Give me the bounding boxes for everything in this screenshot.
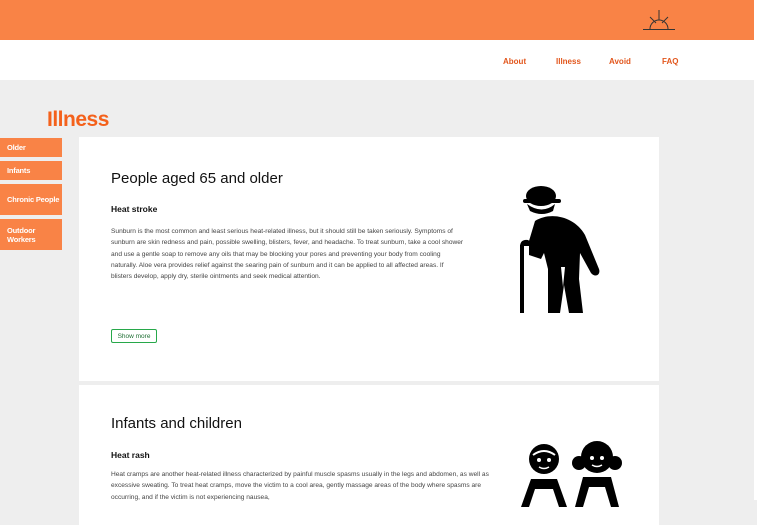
card-subtitle: Heat rash: [111, 450, 150, 460]
nav-illness-link[interactable]: Illness: [556, 57, 581, 66]
sidebar-item-outdoor-workers[interactable]: Outdoor Workers: [0, 219, 62, 250]
card-subtitle: Heat stroke: [111, 204, 158, 214]
nav-about-link[interactable]: About: [503, 57, 526, 66]
card-title: People aged 65 and older: [111, 170, 283, 187]
elderly-person-with-cane-icon: [520, 186, 600, 313]
card-body: Sunburn is the most common and least ser…: [111, 228, 464, 281]
two-children-icon: [521, 441, 622, 507]
nav-avoid-link[interactable]: Avoid: [609, 57, 631, 66]
page-title: Illness: [47, 108, 109, 131]
main-nav: About Illness Avoid FAQ: [0, 40, 754, 80]
card-body: Heat cramps are another heat-related ill…: [111, 471, 489, 501]
top-banner: [0, 0, 754, 40]
sidebar-item-infants[interactable]: Infants: [0, 161, 62, 180]
illness-card-elderly: People aged 65 and older Heat stroke Sun…: [79, 137, 659, 381]
sidebar-item-older[interactable]: Older: [0, 138, 62, 157]
sidebar-item-chronic-people[interactable]: Chronic People: [0, 184, 62, 215]
illness-card-infants: Infants and children Heat rash Heat cram…: [79, 385, 659, 525]
sunrise-icon[interactable]: [642, 8, 676, 34]
nav-faq-link[interactable]: FAQ: [662, 57, 678, 66]
card-title: Infants and children: [111, 415, 242, 432]
show-more-button[interactable]: Show more: [111, 329, 157, 343]
